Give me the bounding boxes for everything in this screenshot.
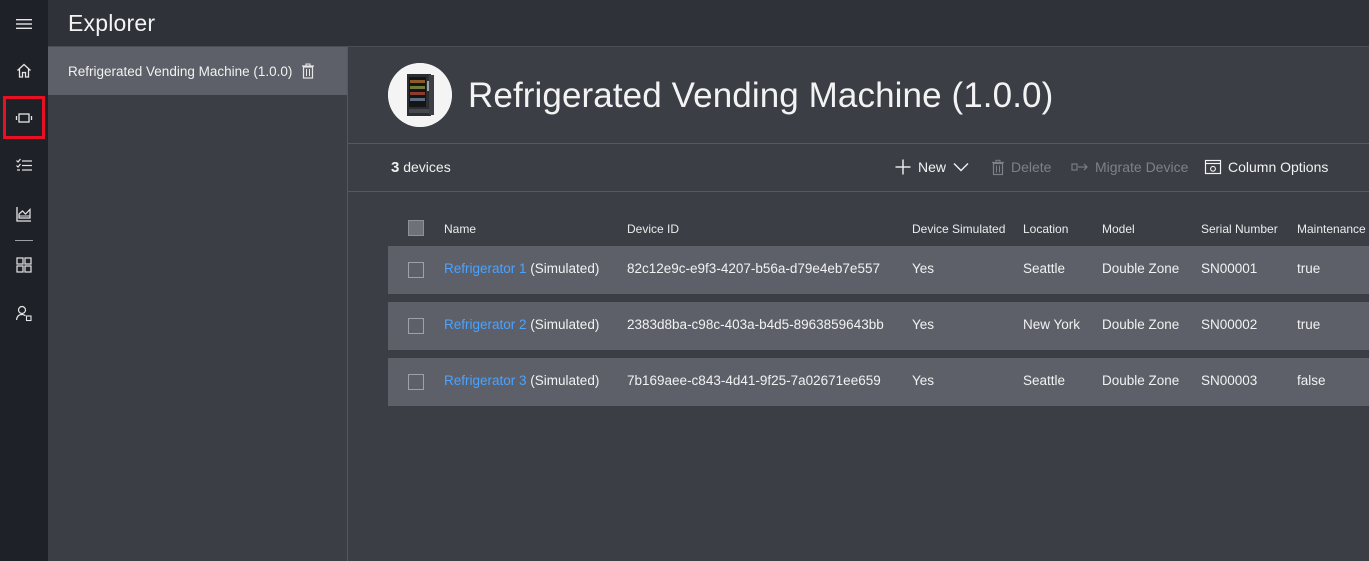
column-options-label: Column Options: [1228, 159, 1329, 175]
device-template-header: Refrigerated Vending Machine (1.0.0): [348, 47, 1369, 144]
migrate-device-label: Migrate Device: [1095, 159, 1189, 175]
device-count: 3 devices: [391, 159, 451, 176]
table-row[interactable]: Refrigerator 3 (Simulated) 7b169aee-c843…: [388, 358, 1369, 406]
hamburger-menu-icon[interactable]: [0, 2, 48, 46]
column-header-location[interactable]: Location: [1023, 222, 1068, 236]
device-template-list: Refrigerated Vending Machine (1.0.0): [48, 47, 348, 561]
simulated-suffix: (Simulated): [526, 317, 600, 332]
row-checkbox[interactable]: [408, 262, 424, 278]
column-header-maintenance[interactable]: Maintenance: [1297, 222, 1366, 236]
location-cell: Seattle: [1023, 261, 1066, 276]
trash-icon[interactable]: [301, 63, 315, 79]
model-cell: Double Zone: [1102, 261, 1180, 276]
template-item-refrigerated-vending-machine[interactable]: Refrigerated Vending Machine (1.0.0): [48, 47, 347, 95]
delete-button[interactable]: Delete: [991, 156, 1051, 178]
device-simulated-cell: Yes: [912, 373, 935, 388]
device-simulated-cell: Yes: [912, 261, 935, 276]
device-name-link[interactable]: Refrigerator 3: [444, 373, 527, 388]
migrate-device-button[interactable]: Migrate Device: [1071, 156, 1188, 178]
model-cell: Double Zone: [1102, 317, 1180, 332]
location-cell: New York: [1023, 317, 1081, 332]
simulated-suffix: (Simulated): [526, 261, 600, 276]
device-name-link[interactable]: Refrigerator 1: [444, 261, 527, 276]
location-cell: Seattle: [1023, 373, 1066, 388]
serial-number-cell: SN00003: [1201, 373, 1258, 388]
table-row[interactable]: Refrigerator 1 (Simulated) 82c12e9c-e9f3…: [388, 246, 1369, 294]
maintenance-cell: false: [1297, 373, 1326, 388]
device-count-number: 3: [391, 159, 400, 176]
simulated-suffix: (Simulated): [526, 373, 600, 388]
devices-toolbar: 3 devices New Delete Migrate Device Colu…: [348, 144, 1369, 192]
model-cell: Double Zone: [1102, 373, 1180, 388]
dashboard-icon[interactable]: [0, 243, 48, 287]
template-item-label: Refrigerated Vending Machine (1.0.0): [68, 63, 293, 79]
administration-icon[interactable]: [0, 291, 48, 335]
plus-icon: [895, 159, 911, 175]
left-nav-rail: [0, 0, 48, 561]
device-name-cell: Refrigerator 2 (Simulated): [444, 317, 599, 332]
table-row[interactable]: Refrigerator 2 (Simulated) 2383d8ba-c98c…: [388, 302, 1369, 350]
chevron-down-icon: [953, 163, 969, 172]
device-simulated-cell: Yes: [912, 317, 935, 332]
trash-icon: [992, 159, 1004, 175]
devices-table: Name Device ID Device Simulated Location…: [388, 214, 1369, 406]
rail-divider: [15, 240, 33, 241]
delete-button-label: Delete: [1011, 159, 1052, 175]
device-name-cell: Refrigerator 1 (Simulated): [444, 261, 599, 276]
column-header-device-id[interactable]: Device ID: [627, 222, 679, 236]
column-options-button[interactable]: Column Options: [1204, 156, 1328, 178]
main-content: Refrigerated Vending Machine (1.0.0) 3 d…: [348, 47, 1369, 561]
device-template-title: Refrigerated Vending Machine (1.0.0): [468, 76, 1054, 115]
device-id-cell: 2383d8ba-c98c-403a-b4d5-8963859643bb: [627, 317, 884, 332]
row-checkbox[interactable]: [408, 318, 424, 334]
active-nav-highlight: [3, 96, 45, 139]
column-header-name[interactable]: Name: [444, 222, 476, 236]
page-title: Explorer: [68, 10, 156, 36]
serial-number-cell: SN00001: [1201, 261, 1258, 276]
maintenance-cell: true: [1297, 261, 1321, 276]
maintenance-cell: true: [1297, 317, 1321, 332]
column-header-device-simulated[interactable]: Device Simulated: [912, 222, 1005, 236]
device-count-label: devices: [403, 159, 451, 175]
device-id-cell: 7b169aee-c843-4d41-9f25-7a02671ee659: [627, 373, 881, 388]
device-name-cell: Refrigerator 3 (Simulated): [444, 373, 599, 388]
vending-machine-image: [388, 63, 452, 127]
serial-number-cell: SN00002: [1201, 317, 1258, 332]
device-name-link[interactable]: Refrigerator 2: [444, 317, 527, 332]
column-header-model[interactable]: Model: [1102, 222, 1135, 236]
select-all-checkbox[interactable]: [408, 220, 424, 236]
rules-icon[interactable]: [0, 143, 48, 187]
app-window: Explorer Refrigerated Vending Machine (1…: [0, 0, 1369, 561]
top-header: Explorer: [48, 0, 1369, 47]
new-button[interactable]: New: [894, 156, 969, 178]
migrate-icon: [1071, 163, 1088, 171]
column-header-serial-number[interactable]: Serial Number: [1201, 222, 1278, 236]
table-header: Name Device ID Device Simulated Location…: [388, 214, 1369, 244]
row-checkbox[interactable]: [408, 374, 424, 390]
device-id-cell: 82c12e9c-e9f3-4207-b56a-d79e4eb7e557: [627, 261, 880, 276]
column-options-icon: [1204, 159, 1222, 175]
home-icon[interactable]: [0, 49, 48, 93]
analytics-icon[interactable]: [0, 192, 48, 236]
new-button-label: New: [918, 159, 947, 175]
